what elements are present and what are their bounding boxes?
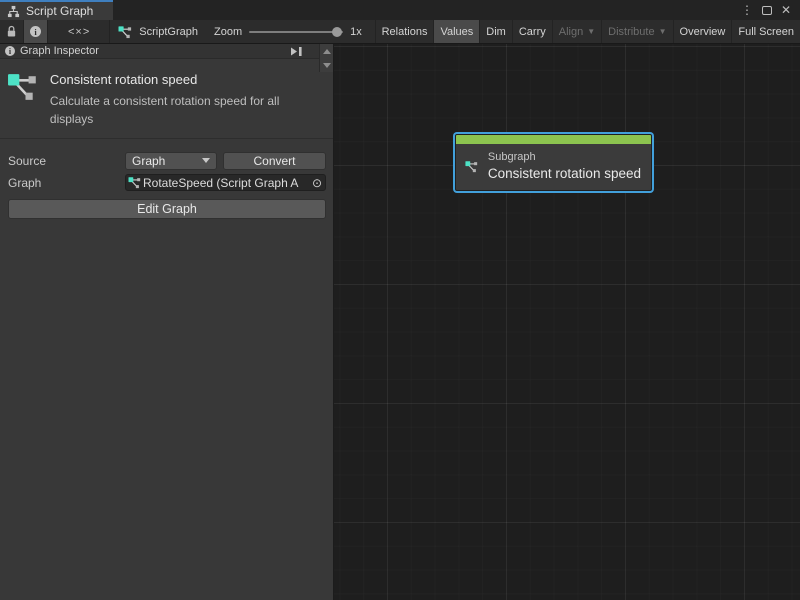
dim-button[interactable]: Dim (479, 20, 512, 43)
zoom-slider-handle[interactable] (332, 27, 342, 37)
window-controls: ⋮ ✕ (741, 0, 800, 20)
info-icon: i (5, 46, 15, 56)
script-graph-icon (7, 71, 40, 102)
triangle-down-icon (323, 63, 331, 68)
overview-button[interactable]: Overview (673, 20, 732, 43)
panel-title: Graph Inspector (20, 45, 99, 57)
main-area: i Graph Inspector Consistent ro (0, 44, 800, 600)
distribute-button[interactable]: Distribute ▼ (601, 20, 672, 43)
edit-graph-button[interactable]: Edit Graph (8, 199, 326, 219)
code-icon: <×> (68, 26, 90, 38)
spin-up-button[interactable] (320, 44, 333, 58)
script-graph-icon (128, 176, 142, 189)
script-graph-icon (465, 154, 479, 179)
node-title: Consistent rotation speed (488, 166, 641, 181)
graph-toolbar: i <×> ScriptGraph Zoom 1x Relations Valu… (0, 20, 800, 44)
relations-button[interactable]: Relations (375, 20, 434, 43)
graph-canvas[interactable]: Subgraph Consistent rotation speed (334, 44, 800, 600)
source-dropdown[interactable]: Graph (125, 152, 217, 170)
zoom-slider[interactable] (249, 20, 343, 43)
source-row: Source Graph Convert (8, 151, 326, 170)
convert-button[interactable]: Convert (223, 152, 326, 170)
info-icon: i (30, 26, 41, 37)
graph-field-label: Graph (8, 176, 125, 190)
close-icon[interactable]: ✕ (781, 4, 791, 16)
graph-summary: Consistent rotation speed Calculate a co… (0, 59, 333, 139)
panel-spinner (319, 44, 333, 72)
lock-icon (6, 25, 17, 38)
full-screen-button[interactable]: Full Screen (731, 20, 800, 43)
chevron-down-icon (202, 158, 210, 163)
script-graph-icon (118, 25, 133, 39)
tab-script-graph[interactable]: Script Graph (0, 0, 113, 20)
graph-inspector-header: i Graph Inspector (0, 44, 333, 59)
tab-label: Script Graph (26, 4, 93, 18)
inspector-toggle-button[interactable]: i (24, 20, 48, 43)
window-menu-icon[interactable]: ⋮ (741, 4, 753, 16)
dock-panel-button[interactable] (289, 46, 303, 57)
node-type-label: Subgraph (488, 151, 641, 163)
graph-hierarchy-icon (7, 5, 20, 18)
object-field-value: RotateSpeed (Script Graph A (143, 176, 311, 190)
graph-description: Calculate a consistent rotation speed fo… (50, 92, 325, 128)
align-button[interactable]: Align ▼ (552, 20, 601, 43)
zoom-label: Zoom (214, 26, 242, 38)
title-bar: Script Graph ⋮ ✕ (0, 0, 800, 20)
zoom-control: Zoom 1x (206, 20, 370, 43)
script-graph-label: ScriptGraph (139, 26, 198, 38)
graph-inspector-panel: i Graph Inspector Consistent ro (0, 44, 334, 600)
values-button[interactable]: Values (433, 20, 479, 43)
spin-down-button[interactable] (320, 58, 333, 72)
breadcrumb-script-graph[interactable]: ScriptGraph (110, 20, 206, 43)
zoom-value: 1x (350, 26, 362, 38)
node-header (456, 135, 651, 144)
dock-right-icon (289, 46, 303, 57)
source-label: Source (8, 154, 125, 168)
subgraph-node[interactable]: Subgraph Consistent rotation speed (455, 134, 652, 191)
zoom-slider-track[interactable] (249, 31, 343, 33)
graph-row: Graph RotateSpeed (Script Graph A ⊙ (8, 173, 326, 192)
carry-button[interactable]: Carry (512, 20, 552, 43)
maximize-icon[interactable] (762, 6, 772, 15)
chevron-down-icon: ▼ (587, 27, 595, 36)
triangle-up-icon (323, 49, 331, 54)
chevron-down-icon: ▼ (659, 27, 667, 36)
toolbar-right-group: Relations Values Dim Carry Align ▼ Distr… (375, 20, 800, 43)
graph-title: Consistent rotation speed (50, 72, 325, 87)
graph-object-field[interactable]: RotateSpeed (Script Graph A ⊙ (125, 174, 326, 191)
lock-button[interactable] (0, 20, 24, 43)
code-view-button[interactable]: <×> (62, 20, 96, 43)
object-picker-icon[interactable]: ⊙ (311, 176, 323, 190)
